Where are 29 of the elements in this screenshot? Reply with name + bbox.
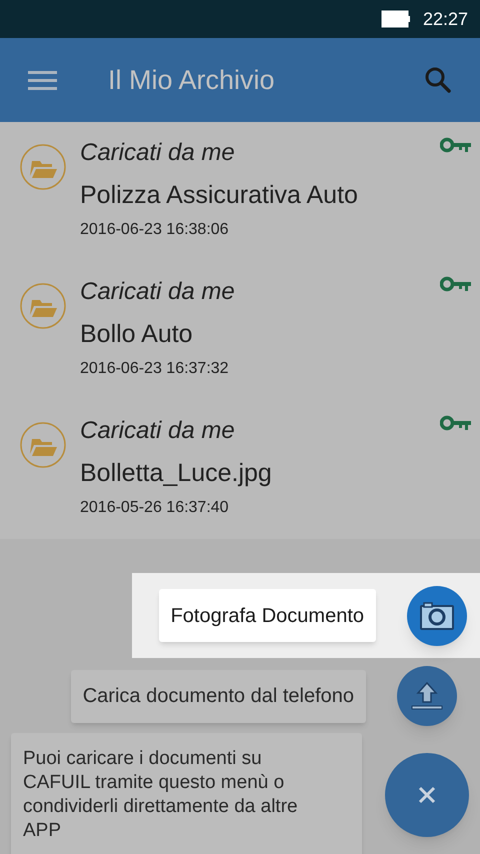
document-name: Bolletta_Luce.jpg: [80, 458, 273, 489]
document-row[interactable]: Caricati da me Bolletta_Luce.jpg 2016-05-26 16:37:40: [0, 400, 480, 539]
action-label[interactable]: Fotografa Documento: [158, 589, 376, 642]
document-category: Caricati da me: [80, 138, 236, 168]
menu-icon[interactable]: [28, 69, 57, 91]
search-icon[interactable]: [424, 66, 452, 94]
upload-icon: [409, 681, 445, 711]
battery-icon: [380, 10, 411, 28]
document-category: Caricati da me: [80, 277, 236, 307]
key-icon: [440, 276, 472, 294]
document-name: Bollo Auto: [80, 319, 194, 350]
document-name: Polizza Assicurativa Auto: [80, 180, 359, 211]
document-category: Caricati da me: [80, 416, 236, 446]
camera-icon: [419, 600, 455, 630]
key-icon: [440, 415, 472, 433]
app-title: Il Mio Archivio: [108, 64, 276, 97]
action-label[interactable]: Carica documento dal telefono: [70, 670, 366, 722]
close-icon: [418, 786, 436, 804]
document-date: 2016-05-26 16:37:40: [80, 498, 230, 518]
folder-icon: [20, 422, 66, 468]
document-row[interactable]: Caricati da me Bollo Auto 2016-06-23 16:37:32: [0, 261, 480, 400]
folder-icon: [20, 144, 66, 190]
key-icon: [440, 137, 472, 155]
document-date: 2016-06-23 16:38:06: [80, 220, 230, 240]
document-row[interactable]: Caricati da me Polizza Assicurativa Auto 2016-06-23 16:38:06: [0, 122, 480, 261]
document-date: 2016-06-23 16:37:32: [80, 359, 230, 379]
clock-time: 22:27: [422, 8, 468, 30]
hint-text: Puoi caricare i documenti su CAFUIL tramite questo menù o condividerli direttamente da altre APP: [23, 747, 299, 843]
folder-icon: [20, 283, 66, 329]
